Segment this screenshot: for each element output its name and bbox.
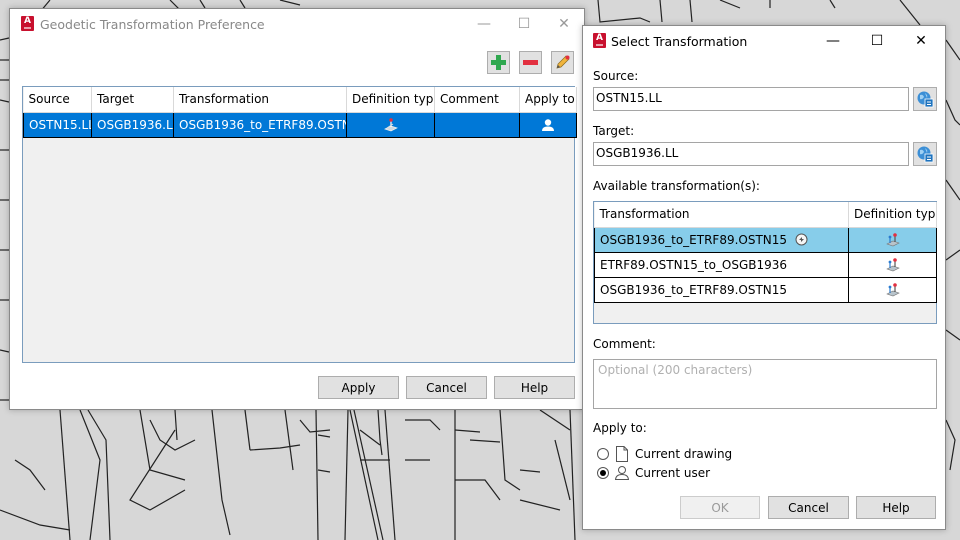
minimize-button[interactable]: — — [813, 26, 853, 56]
help-button[interactable]: Help — [856, 496, 936, 519]
add-button[interactable] — [487, 51, 510, 74]
grid-file-icon — [885, 282, 900, 296]
cell-definition-type — [346, 111, 435, 138]
maximize-icon: ☐ — [870, 33, 884, 49]
pencil-icon — [556, 55, 570, 69]
current-drawing-radio[interactable] — [597, 448, 609, 460]
title-bar[interactable]: A Select Transformation — ☐ ✕ — [583, 26, 945, 56]
table-row[interactable]: ETRF89.OSTN15_to_OSGB1936 — [594, 251, 937, 278]
table-row[interactable]: OSTN15.LL OSGB1936.LL OSGB1936_to_ETRF89… — [23, 111, 577, 138]
current-user-radio[interactable] — [597, 467, 609, 479]
preferred-icon — [795, 233, 808, 245]
document-icon — [616, 446, 628, 462]
cell-comment — [434, 111, 520, 138]
apply-option-current-user[interactable]: Current user — [597, 465, 797, 483]
select-transformation-dialog: A Select Transformation — ☐ ✕ Source: OS… — [582, 25, 946, 530]
comment-label: Comment: — [593, 337, 656, 351]
grid-file-icon — [885, 232, 900, 246]
ok-button[interactable]: OK — [680, 496, 760, 519]
column-header-apply-to[interactable]: Apply to — [519, 87, 577, 113]
cell-source: OSTN15.LL — [23, 111, 92, 138]
cell-definition-type — [848, 276, 937, 303]
close-button[interactable]: ✕ — [901, 26, 941, 56]
cell-target: OSGB1936.LL — [91, 111, 174, 138]
target-label: Target: — [593, 124, 635, 138]
column-header-definition-type[interactable]: Definition type — [346, 87, 435, 113]
cell-transformation: ETRF89.OSTN15_to_OSGB1936 — [594, 251, 849, 278]
transformation-name: OSGB1936_to_ETRF89.OSTN15 — [600, 232, 788, 247]
autocad-app-icon: A — [593, 33, 606, 48]
cell-transformation: OSGB1936_to_ETRF89.OSTN15 — [594, 276, 849, 303]
source-field[interactable]: OSTN15.LL — [593, 87, 909, 111]
close-icon: ✕ — [558, 16, 570, 32]
column-header-comment[interactable]: Comment — [434, 87, 520, 113]
maximize-icon: ☐ — [517, 16, 531, 32]
user-icon — [614, 466, 630, 480]
transformations-table: Transformation Definition type OSGB1936_… — [593, 201, 937, 324]
cell-definition-type — [848, 251, 937, 278]
cell-transformation: OSGB1936_to_ETRF89.OSTN15 — [173, 111, 347, 138]
title-bar[interactable]: A Geodetic Transformation Preference — ☐… — [10, 9, 584, 39]
comment-textarea[interactable]: Optional (200 characters) — [593, 359, 937, 409]
table-row[interactable]: OSGB1936_to_ETRF89.OSTN15 — [594, 276, 937, 303]
grid-file-icon — [383, 117, 398, 131]
cell-apply-to — [519, 111, 577, 138]
column-header-transformation[interactable]: Transformation — [594, 202, 849, 228]
column-header-target[interactable]: Target — [91, 87, 174, 113]
close-button[interactable]: ✕ — [544, 9, 584, 39]
plus-icon — [491, 55, 506, 70]
maximize-button[interactable]: ☐ — [857, 26, 897, 56]
minimize-button[interactable]: — — [464, 9, 504, 39]
autocad-app-icon: A — [21, 16, 34, 31]
apply-option-current-drawing[interactable]: Current drawing — [597, 446, 797, 464]
minus-icon — [523, 60, 538, 65]
dialog-title: Geodetic Transformation Preference — [40, 17, 265, 32]
coordinate-system-library-icon — [917, 146, 934, 163]
target-field[interactable]: OSGB1936.LL — [593, 142, 909, 166]
cell-transformation: OSGB1936_to_ETRF89.OSTN15 — [594, 226, 849, 253]
source-browse-button[interactable] — [913, 87, 937, 111]
current-user-label: Current user — [635, 466, 711, 480]
table-row[interactable]: OSGB1936_to_ETRF89.OSTN15 — [594, 226, 937, 253]
target-browse-button[interactable] — [913, 142, 937, 166]
grid-file-icon — [885, 257, 900, 271]
edit-button[interactable] — [551, 51, 574, 74]
remove-button[interactable] — [519, 51, 542, 74]
close-icon: ✕ — [915, 33, 927, 49]
available-transformations-label: Available transformation(s): — [593, 179, 760, 193]
column-header-transformation[interactable]: Transformation — [173, 87, 347, 113]
column-header-definition-type[interactable]: Definition type — [848, 202, 937, 228]
column-header-source[interactable]: Source — [23, 87, 92, 113]
dialog-title: Select Transformation — [611, 34, 748, 49]
table-header: Transformation Definition type — [594, 202, 937, 228]
user-icon — [542, 118, 554, 131]
preferences-table: Source Target Transformation Definition … — [22, 86, 577, 363]
geodetic-transformation-preference-dialog: A Geodetic Transformation Preference — ☐… — [9, 8, 585, 410]
cancel-button[interactable]: Cancel — [406, 376, 487, 399]
minimize-icon: — — [477, 16, 491, 32]
current-drawing-label: Current drawing — [635, 447, 733, 461]
cancel-button[interactable]: Cancel — [768, 496, 849, 519]
table-header: Source Target Transformation Definition … — [23, 87, 577, 113]
help-button[interactable]: Help — [494, 376, 575, 399]
maximize-button[interactable]: ☐ — [504, 9, 544, 39]
source-label: Source: — [593, 69, 639, 83]
apply-to-label: Apply to: — [593, 421, 647, 435]
apply-button[interactable]: Apply — [318, 376, 399, 399]
coordinate-system-library-icon — [917, 91, 934, 108]
cell-definition-type — [848, 226, 937, 253]
minimize-icon: — — [826, 33, 840, 49]
